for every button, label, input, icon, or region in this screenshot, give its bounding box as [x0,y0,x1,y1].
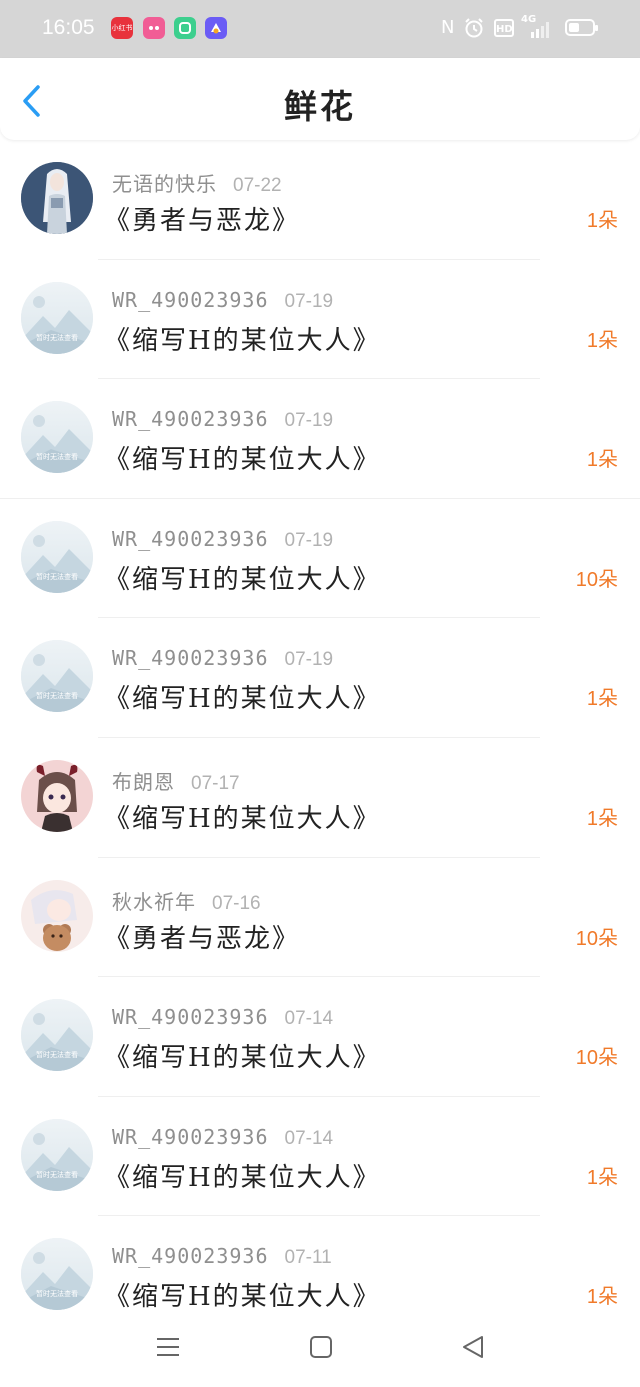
list-item[interactable]: 无语的快乐 07-22 《勇者与恶龙》 1朵 [0,140,640,260]
book-title: 《缩写H的某位大人》 [104,1043,381,1074]
home-square-icon [310,1336,332,1358]
date: 07-14 [284,1127,334,1149]
date: 07-16 [212,892,261,914]
avatar[interactable]: 暂时无法查看 [21,999,93,1072]
avatar-placeholder-text: 暂时无法查看 [36,333,78,342]
date: 07-11 [284,1247,332,1269]
flower-count: 1朵 [586,807,618,830]
book-title: 《缩写H的某位大人》 [104,445,381,476]
date: 07-19 [284,410,334,432]
green-app-icon [174,17,196,39]
user-name[interactable]: 秋水祈年 07-16 [112,886,261,915]
nfc-icon: N [441,17,455,38]
book-title: 《缩写H的某位大人》 [104,564,381,595]
flower-count: 1朵 [586,449,618,472]
user-name[interactable]: WR_490023936 07-14 [112,1005,333,1030]
user-name-text: 秋水祈年 [112,889,196,914]
flower-count: 1朵 [586,688,618,711]
header: 鲜花 [0,58,640,140]
avatar-placeholder-text: 暂时无法查看 [36,572,78,581]
user-name-text: WR_490023936 [112,646,269,671]
xiaohongshu-icon: 小红书 [111,17,133,39]
avatar-placeholder-text: 暂时无法查看 [36,1051,78,1060]
system-nav-bar [0,1310,640,1387]
user-name[interactable]: WR_490023936 07-19 [112,646,333,671]
avatar[interactable]: 暂时无法查看 [21,281,93,354]
user-name-text: WR_490023936 [112,1244,269,1269]
list-item[interactable]: 暂时无法查看 WR_490023936 07-14 《缩写H的某位大人》 10朵 [0,977,640,1097]
user-name[interactable]: WR_490023936 07-19 [112,407,333,432]
avatar[interactable] [21,759,93,832]
avatar[interactable]: 暂时无法查看 [21,401,93,474]
book-title: 《缩写H的某位大人》 [104,803,381,834]
avatar[interactable]: 暂时无法查看 [21,640,93,713]
list-item[interactable]: 暂时无法查看 WR_490023936 07-19 《缩写H的某位大人》 1朵 [0,618,640,738]
date: 07-19 [284,649,334,671]
date: 07-19 [284,529,334,551]
nav-back-button[interactable] [460,1334,486,1364]
back-triangle-icon [463,1336,483,1358]
list-item[interactable]: 暂时无法查看 WR_490023936 07-19 《缩写H的某位大人》 1朵 [0,379,640,499]
page-title: 鲜花 [284,87,356,126]
signal-icon [531,22,549,38]
book-title: 《缩写H的某位大人》 [104,1282,381,1313]
hd-icon: HD [494,19,514,37]
date: 07-14 [284,1008,334,1030]
user-name-text: WR_490023936 [112,1005,269,1030]
flower-count: 1朵 [586,1166,618,1189]
user-name-text: 布朗恩 [112,769,175,794]
user-name[interactable]: WR_490023936 07-19 [112,527,333,552]
alarm-icon [463,17,485,44]
list-item[interactable]: 暂时无法查看 WR_490023936 07-19 《缩写H的某位大人》 10朵 [0,499,640,619]
user-name-text: WR_490023936 [112,526,269,551]
flower-count: 10朵 [575,927,618,950]
user-name-text: WR_490023936 [112,287,269,312]
book-title: 《勇者与恶龙》 [104,923,301,954]
battery-icon [565,19,598,36]
flower-list: 无语的快乐 07-22 《勇者与恶龙》 1朵 暂时无法查看 WR_49002393… [0,140,640,1336]
book-title: 《缩写H的某位大人》 [104,684,381,715]
avatar[interactable]: 暂时无法查看 [21,1238,93,1311]
flower-count: 1朵 [586,1286,618,1309]
user-name[interactable]: 无语的快乐 07-22 [112,168,282,197]
book-title: 《勇者与恶龙》 [104,206,301,236]
list-item[interactable]: 暂时无法查看 WR_490023936 07-19 《缩写H的某位大人》 1朵 [0,260,640,380]
list-item[interactable]: 布朗恩 07-17 《缩写H的某位大人》 1朵 [0,738,640,858]
avatar-placeholder-text: 暂时无法查看 [36,453,78,462]
pink-app-icon [143,17,165,39]
avatar[interactable]: 暂时无法查看 [21,1118,93,1191]
user-name[interactable]: WR_490023936 07-11 [112,1244,332,1269]
list-item[interactable]: 暂时无法查看 WR_490023936 07-14 《缩写H的某位大人》 1朵 [0,1097,640,1217]
purple-app-icon [205,17,227,39]
book-title: 《缩写H的某位大人》 [104,325,381,356]
user-name[interactable]: WR_490023936 07-14 [112,1125,333,1150]
date: 07-19 [284,290,334,312]
avatar[interactable] [21,879,93,952]
avatar-placeholder-text: 暂时无法查看 [36,692,78,701]
date: 07-22 [233,175,282,196]
flower-count: 1朵 [586,329,618,352]
book-title: 《缩写H的某位大人》 [104,1162,381,1193]
date: 07-17 [191,772,240,794]
user-name[interactable]: WR_490023936 07-19 [112,288,333,313]
status-time: 16:05 [42,16,95,39]
avatar[interactable] [21,162,93,234]
home-button[interactable] [308,1334,334,1364]
menu-icon [157,1338,179,1356]
status-bar: 16:05 小红书 N HD 4G [0,0,640,58]
flower-count: 10朵 [575,568,618,591]
user-name-text: WR_490023936 [112,407,269,432]
user-name-text: WR_490023936 [112,1124,269,1149]
flower-count: 1朵 [586,210,618,232]
user-name-text: 无语的快乐 [112,172,217,196]
menu-button[interactable] [155,1334,181,1364]
flower-count: 10朵 [575,1047,618,1070]
user-name[interactable]: 布朗恩 07-17 [112,766,240,795]
avatar-placeholder-text: 暂时无法查看 [36,1290,78,1299]
list-item[interactable]: 秋水祈年 07-16 《勇者与恶龙》 10朵 [0,858,640,978]
avatar-placeholder-text: 暂时无法查看 [36,1170,78,1179]
avatar[interactable]: 暂时无法查看 [21,520,93,593]
